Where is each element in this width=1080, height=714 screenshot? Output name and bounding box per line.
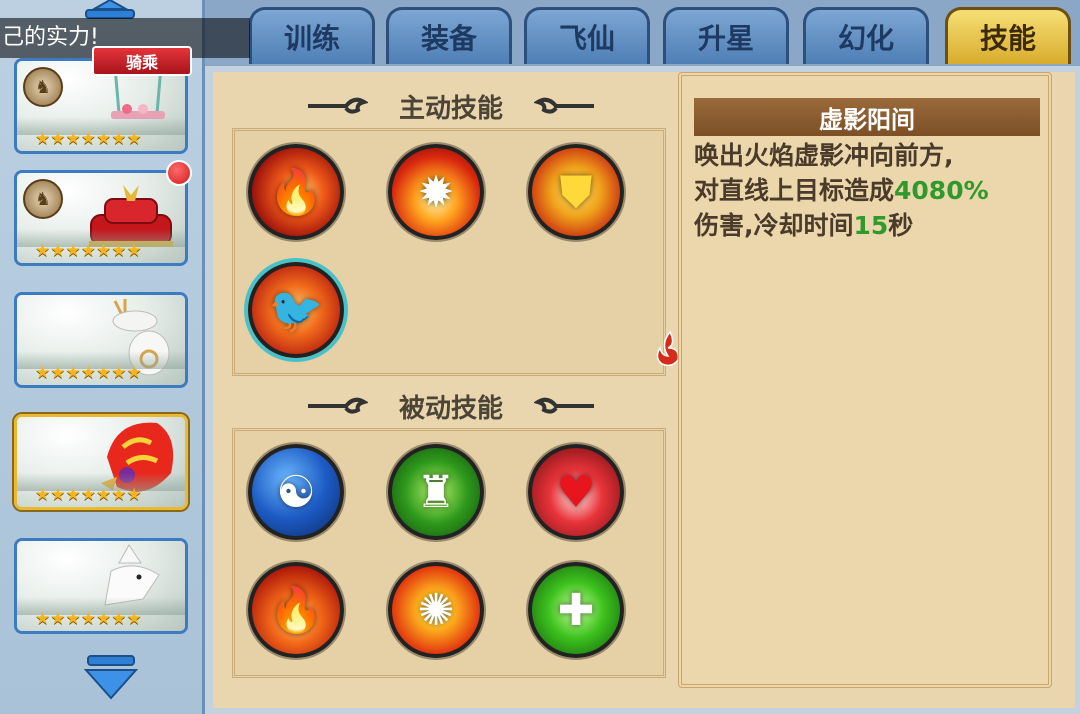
heart-icon: ♥ (556, 466, 596, 518)
tab-ascend[interactable]: 飞仙 (524, 7, 650, 64)
fire-swirl-icon: 🔥 (268, 167, 324, 218)
star-rating: ★★★★★★★ (35, 609, 142, 629)
tab-bar: 训练 装备 飞仙 升星 幻化 技能 (205, 0, 1080, 66)
flame-wall-icon: 🔥 (268, 585, 324, 636)
desc-line-1: 唤出火焰虚影冲向前方, (694, 141, 954, 170)
notification-dot (166, 160, 192, 186)
star-rating: ★★★★★★★ (35, 241, 142, 261)
mount-list: ♞ ★★★★★★★ 骑乘 ♞ ★★★★★★★ ★★★★★★★ ★★★★★★★ ★… (0, 0, 205, 714)
tab-skills[interactable]: 技能 (945, 7, 1071, 64)
desc-cooldown-prefix: 伤害,冷却时间 (694, 211, 854, 240)
explosion-icon: ✺ (417, 584, 455, 636)
star-rating: ★★★★★★★ (35, 129, 142, 149)
desc-damage-prefix: 对直线上目标造成 (694, 176, 895, 205)
phoenix-icon: 🐦 (268, 285, 324, 336)
cooldown-value: 15 (853, 211, 889, 240)
skill-body-shield[interactable]: ♜ (388, 444, 484, 540)
ornament-right-icon (534, 397, 594, 414)
damage-value: 4080% (894, 176, 989, 205)
desc-cooldown-unit: 秒 (888, 211, 914, 240)
skill-fire-burst[interactable]: ✹ (388, 144, 484, 240)
skill-description: 唤出火焰虚影冲向前方, 对直线上目标造成4080% 伤害,冷却时间15秒 (694, 138, 1044, 243)
star-rating: ★★★★★★★ (35, 363, 142, 383)
skill-yin-yang[interactable]: ☯ (248, 444, 344, 540)
tab-transform[interactable]: 幻化 (803, 7, 929, 64)
tab-equipment[interactable]: 装备 (386, 7, 512, 64)
tab-star-up[interactable]: 升星 (663, 7, 789, 64)
desc-line-2: 对直线上目标造成4080% (694, 173, 1044, 208)
passive-skills-header: 被动技能 (306, 388, 596, 424)
tab-training[interactable]: 训练 (249, 7, 375, 64)
fire-burst-icon: ✹ (417, 166, 455, 218)
horse-badge-icon: ♞ (23, 67, 63, 107)
desc-line-3: 伤害,冷却时间15秒 (694, 208, 1044, 243)
ornament-left-icon (308, 397, 368, 414)
mount-card-deer[interactable]: ★★★★★★★ (14, 292, 188, 388)
skill-fire-swirl[interactable]: 🔥 (248, 144, 344, 240)
skill-flame-wall[interactable]: 🔥 (248, 562, 344, 658)
scroll-down-arrow-icon[interactable] (82, 654, 140, 702)
skill-heal-cross[interactable]: ✚ (528, 562, 624, 658)
mount-card-fox[interactable]: ★★★★★★★ (14, 538, 188, 634)
active-skills-header: 主动技能 (306, 88, 596, 124)
passive-skills-title: 被动技能 (398, 393, 503, 424)
flame-shield-icon: ⛊ (559, 166, 593, 218)
mount-card-phoenix[interactable]: ★★★★★★★ (14, 414, 188, 510)
skill-explosion[interactable]: ✺ (388, 562, 484, 658)
horse-badge-icon: ♞ (23, 179, 63, 219)
star-rating: ★★★★★★★ (35, 485, 142, 505)
ornament-right-icon (534, 97, 594, 114)
yin-yang-icon: ☯ (276, 466, 316, 518)
mount-card-throne[interactable]: ♞ ★★★★★★★ (14, 170, 188, 266)
active-skills-title: 主动技能 (398, 93, 503, 124)
heal-cross-icon: ✚ (557, 584, 595, 636)
skill-name: 虚影阳间 (694, 98, 1040, 136)
skill-heart[interactable]: ♥ (528, 444, 624, 540)
body-shield-icon: ♜ (416, 466, 456, 518)
skill-phoenix[interactable]: 🐦 (248, 262, 344, 358)
riding-tag: 骑乘 (92, 46, 192, 76)
ornament-left-icon (308, 97, 368, 114)
skill-flame-shield[interactable]: ⛊ (528, 144, 624, 240)
skill-detail-panel: 虚影阳间 唤出火焰虚影冲向前方, 对直线上目标造成4080% 伤害,冷却时间15… (678, 72, 1052, 688)
